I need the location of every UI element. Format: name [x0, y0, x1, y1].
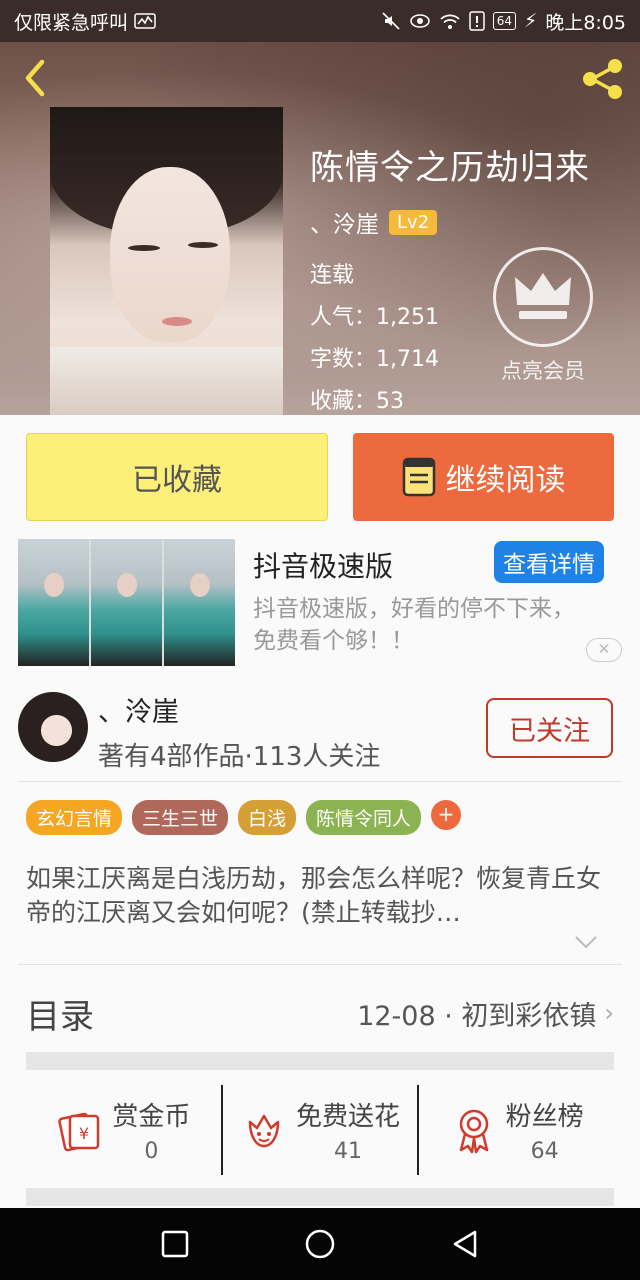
continue-reading-label: 继续阅读 [445, 463, 566, 498]
stat-value: 41 [334, 1139, 362, 1164]
red-envelope-icon: ¥ [58, 1112, 100, 1152]
stats-bar: ¥ 赏金币 0 免费送花 41 粉丝榜 64 [26, 1085, 614, 1175]
vip-label: 点亮会员 [501, 359, 585, 383]
alert-icon [468, 11, 485, 31]
level-badge: Lv2 [389, 209, 438, 235]
fan-ranking-button[interactable]: 粉丝榜 64 [417, 1085, 614, 1175]
circle-icon [305, 1229, 335, 1259]
chevron-down-icon[interactable] [574, 934, 598, 950]
crown-icon [493, 247, 593, 347]
stat-value: 0 [144, 1139, 159, 1164]
divider [18, 781, 622, 782]
author-card-meta: 著有4部作品·113人关注 [98, 742, 381, 772]
stat-label: 赏金币 [112, 1102, 191, 1132]
ad-thumbnail[interactable] [18, 539, 235, 666]
author-row[interactable]: 、泠崖 Lv2 [310, 205, 438, 239]
recent-apps-button[interactable] [155, 1224, 195, 1264]
eye-icon [409, 14, 430, 28]
add-tag-button[interactable]: + [431, 800, 462, 830]
send-flower-button[interactable]: 免费送花 41 [220, 1085, 418, 1175]
favorites-count: 收藏：53 [310, 389, 404, 414]
author-card-name[interactable]: 、泠崖 [98, 690, 179, 729]
stat-value: 64 [530, 1139, 559, 1164]
svg-text:¥: ¥ [79, 1124, 89, 1143]
ad-close-icon[interactable]: ✕ [586, 638, 622, 662]
follow-button[interactable]: 已关注 [486, 698, 613, 758]
back-button[interactable] [445, 1224, 485, 1264]
latest-chapter: 12-08 · 初到彩依镇 [357, 1000, 597, 1032]
carrier-text: 仅限紧急呼叫 [14, 11, 129, 34]
word-count: 字数：1,714 [310, 347, 439, 372]
back-arrow-icon[interactable] [18, 58, 54, 98]
table-of-contents-row[interactable]: 目录 12-08 · 初到彩依镇 › [26, 983, 614, 1043]
stat-label: 免费送花 [296, 1102, 401, 1132]
action-bar: 已收藏 继续阅读 [0, 415, 640, 535]
home-button[interactable] [300, 1224, 340, 1264]
section-separator [26, 1188, 614, 1206]
signal-activity-icon [134, 13, 156, 29]
continue-reading-button[interactable]: 继续阅读 [353, 433, 614, 521]
tag-item[interactable]: 三生三世 [132, 800, 229, 835]
flower-icon [248, 1114, 280, 1148]
stat-label: 粉丝榜 [505, 1102, 584, 1132]
section-separator [26, 1052, 614, 1070]
chevron-right-icon: › [604, 999, 614, 1027]
share-icon[interactable] [580, 56, 626, 102]
tag-item[interactable]: 白浅 [238, 800, 297, 835]
toc-label: 目录 [26, 996, 94, 1037]
book-title: 陈情令之历劫归来 [310, 148, 590, 188]
collected-button[interactable]: 已收藏 [26, 433, 328, 521]
book-header: 陈情令之历劫归来 、泠崖 Lv2 连载 人气：1,251 字数：1,714 收藏… [0, 42, 640, 415]
reward-coins-button[interactable]: ¥ 赏金币 0 [26, 1085, 221, 1175]
clock-text: 晚上8:05 [545, 11, 626, 34]
ad-detail-button[interactable]: 查看详情 [494, 541, 604, 583]
charging-icon: ⚡ [523, 10, 538, 32]
triangle-back-icon [453, 1230, 477, 1258]
author-section: 、泠崖 著有4部作品·113人关注 已关注 玄幻言情 三生三世 白浅 陈情令同人… [0, 680, 640, 1225]
square-icon [161, 1230, 189, 1258]
avatar[interactable] [18, 692, 88, 762]
system-nav-bar [0, 1208, 640, 1280]
serial-status: 连载 [310, 263, 355, 288]
wifi-icon [440, 14, 460, 29]
battery-indicator: 64 [492, 12, 516, 30]
ad-banner[interactable]: 抖音极速版 查看详情 抖音极速版，好看的停不下来，免费看个够！！ ✕ [0, 535, 640, 680]
divider [18, 964, 622, 965]
popularity-count: 人气：1,251 [310, 305, 439, 330]
author-name[interactable]: 、泠崖 [310, 205, 379, 239]
tag-item[interactable]: 玄幻言情 [26, 800, 123, 835]
book-cover-image[interactable] [50, 107, 283, 415]
vip-button[interactable]: 点亮会员 [493, 247, 593, 385]
book-icon [402, 457, 435, 497]
mute-icon [382, 12, 400, 30]
tag-item[interactable]: 陈情令同人 [306, 800, 422, 835]
medal-icon [459, 1109, 488, 1154]
ad-description: 抖音极速版，好看的停不下来，免费看个够！！ [253, 596, 575, 654]
ad-title[interactable]: 抖音极速版 [253, 545, 393, 585]
synopsis[interactable]: 如果江厌离是白浅历劫，那会怎么样呢？恢复青丘女帝的江厌离又会如何呢？(禁止转载抄… [26, 862, 616, 930]
status-bar: 仅限紧急呼叫 64 ⚡ 晚上8:05 [0, 0, 640, 42]
tag-list: 玄幻言情 三生三世 白浅 陈情令同人 + [26, 800, 462, 835]
